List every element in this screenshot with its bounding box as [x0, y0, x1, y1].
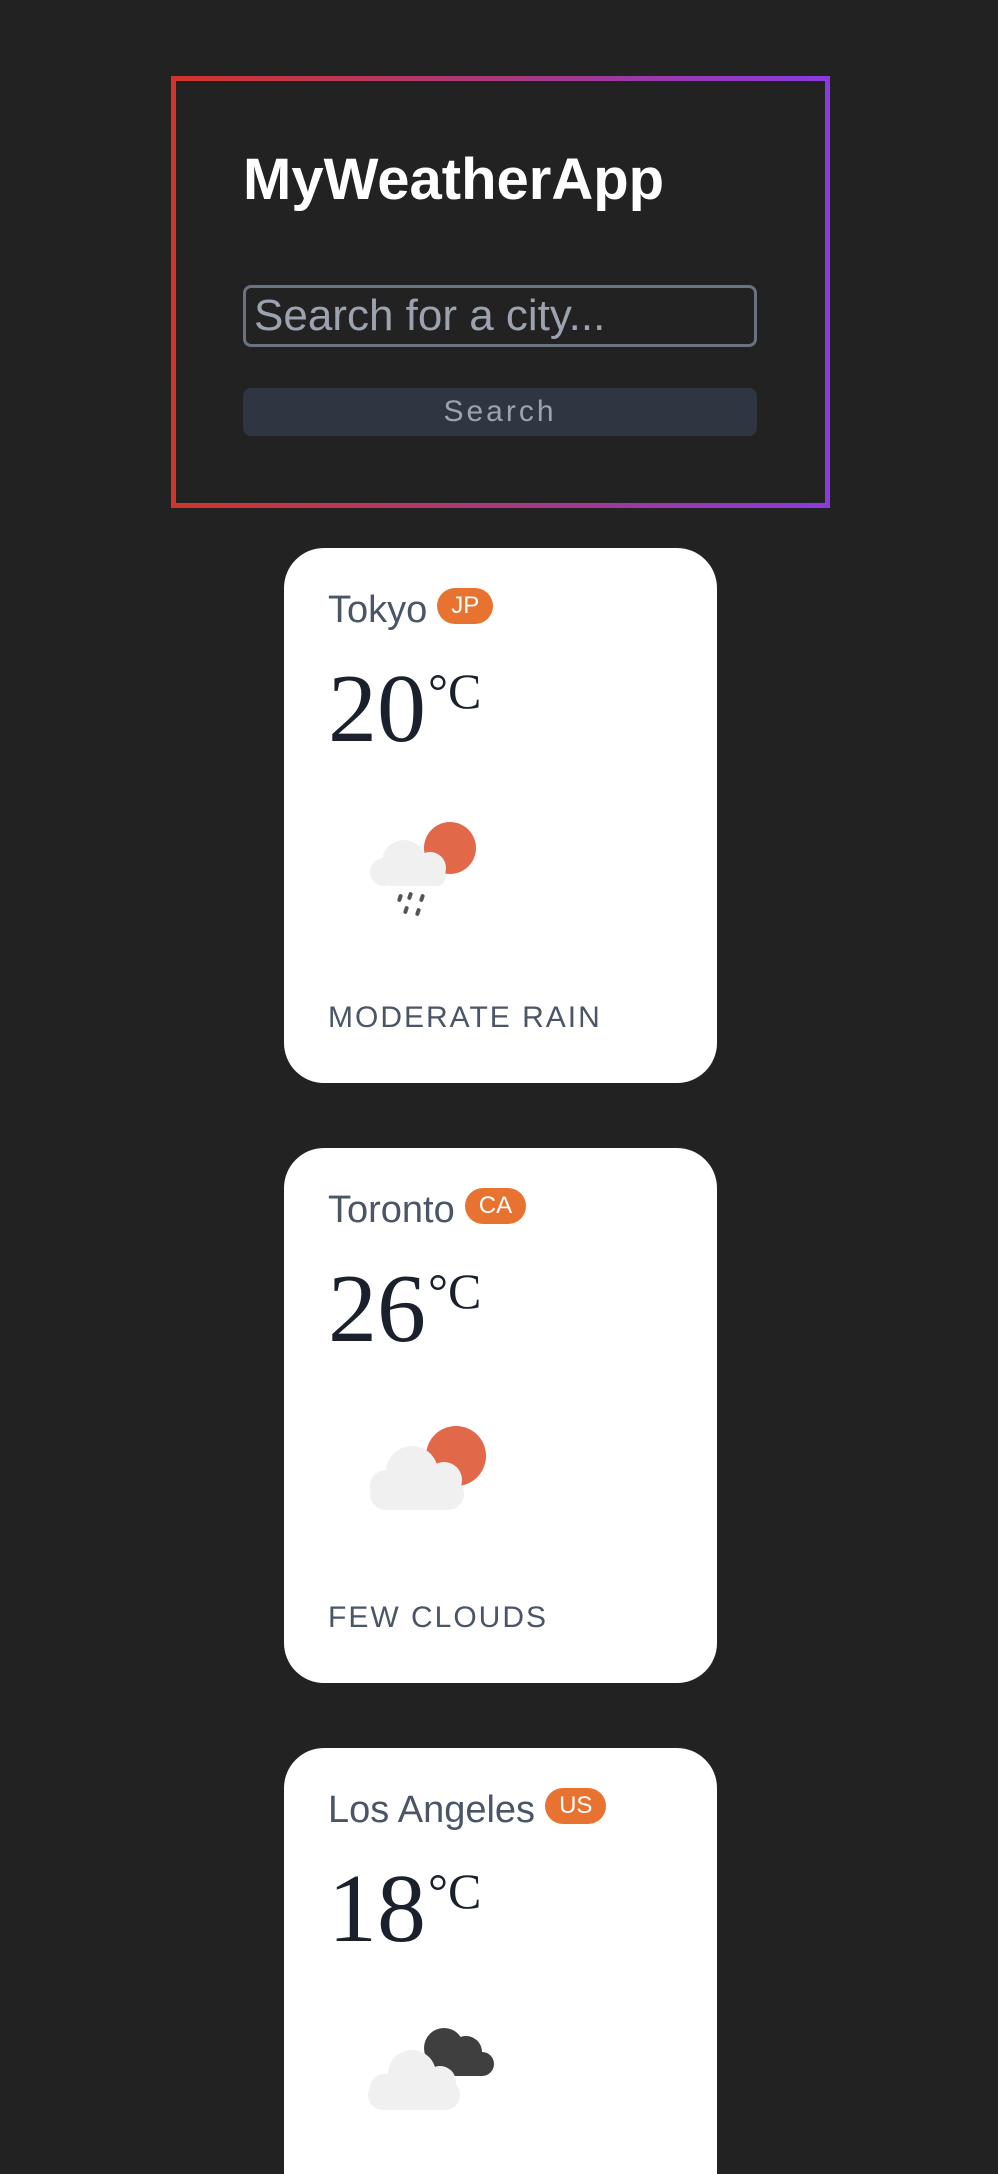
- weather-description: FEW CLOUDS: [328, 1601, 549, 1634]
- city-name: Toronto: [328, 1189, 455, 1231]
- temperature-value: 26: [328, 1255, 426, 1363]
- search-panel: MyWeatherApp Search: [171, 76, 830, 508]
- temperature-unit: °C: [428, 1863, 482, 1919]
- country-badge: US: [545, 1788, 607, 1824]
- city-row: Toronto CA: [328, 1188, 527, 1234]
- city-row: Tokyo JP: [328, 588, 494, 634]
- temperature: 20 °C: [328, 660, 481, 758]
- city-name: Tokyo: [328, 589, 428, 631]
- city-row: Los Angeles US: [328, 1788, 607, 1834]
- page: MyWeatherApp Search Tokyo JP 20 °C: [0, 0, 998, 2174]
- temperature-value: 18: [328, 1855, 426, 1963]
- sun-cloud-icon: [370, 1426, 486, 1510]
- weather-description: MODERATE RAIN: [328, 1001, 602, 1034]
- app-title: MyWeatherApp: [243, 147, 665, 212]
- temperature-value: 20: [328, 655, 426, 763]
- temperature: 26 °C: [328, 1260, 481, 1358]
- temperature-unit: °C: [428, 663, 482, 719]
- city-search-input[interactable]: [243, 285, 757, 347]
- temperature-unit: °C: [428, 1263, 482, 1319]
- city-name: Los Angeles: [328, 1789, 536, 1831]
- country-badge: JP: [437, 588, 494, 624]
- weather-card-tokyo: Tokyo JP 20 °C MODERATE RAIN: [284, 548, 717, 1083]
- search-panel-inner: MyWeatherApp Search: [176, 81, 825, 503]
- temperature: 18 °C: [328, 1860, 481, 1958]
- weather-card-toronto: Toronto CA 26 °C FEW CLOUDS: [284, 1148, 717, 1683]
- sun-cloud-rain-icon: [370, 822, 476, 916]
- search-button[interactable]: Search: [243, 388, 757, 436]
- broken-clouds-icon: [368, 2028, 494, 2110]
- weather-card-los-angeles: Los Angeles US 18 °C: [284, 1748, 717, 2174]
- country-badge: CA: [464, 1188, 527, 1224]
